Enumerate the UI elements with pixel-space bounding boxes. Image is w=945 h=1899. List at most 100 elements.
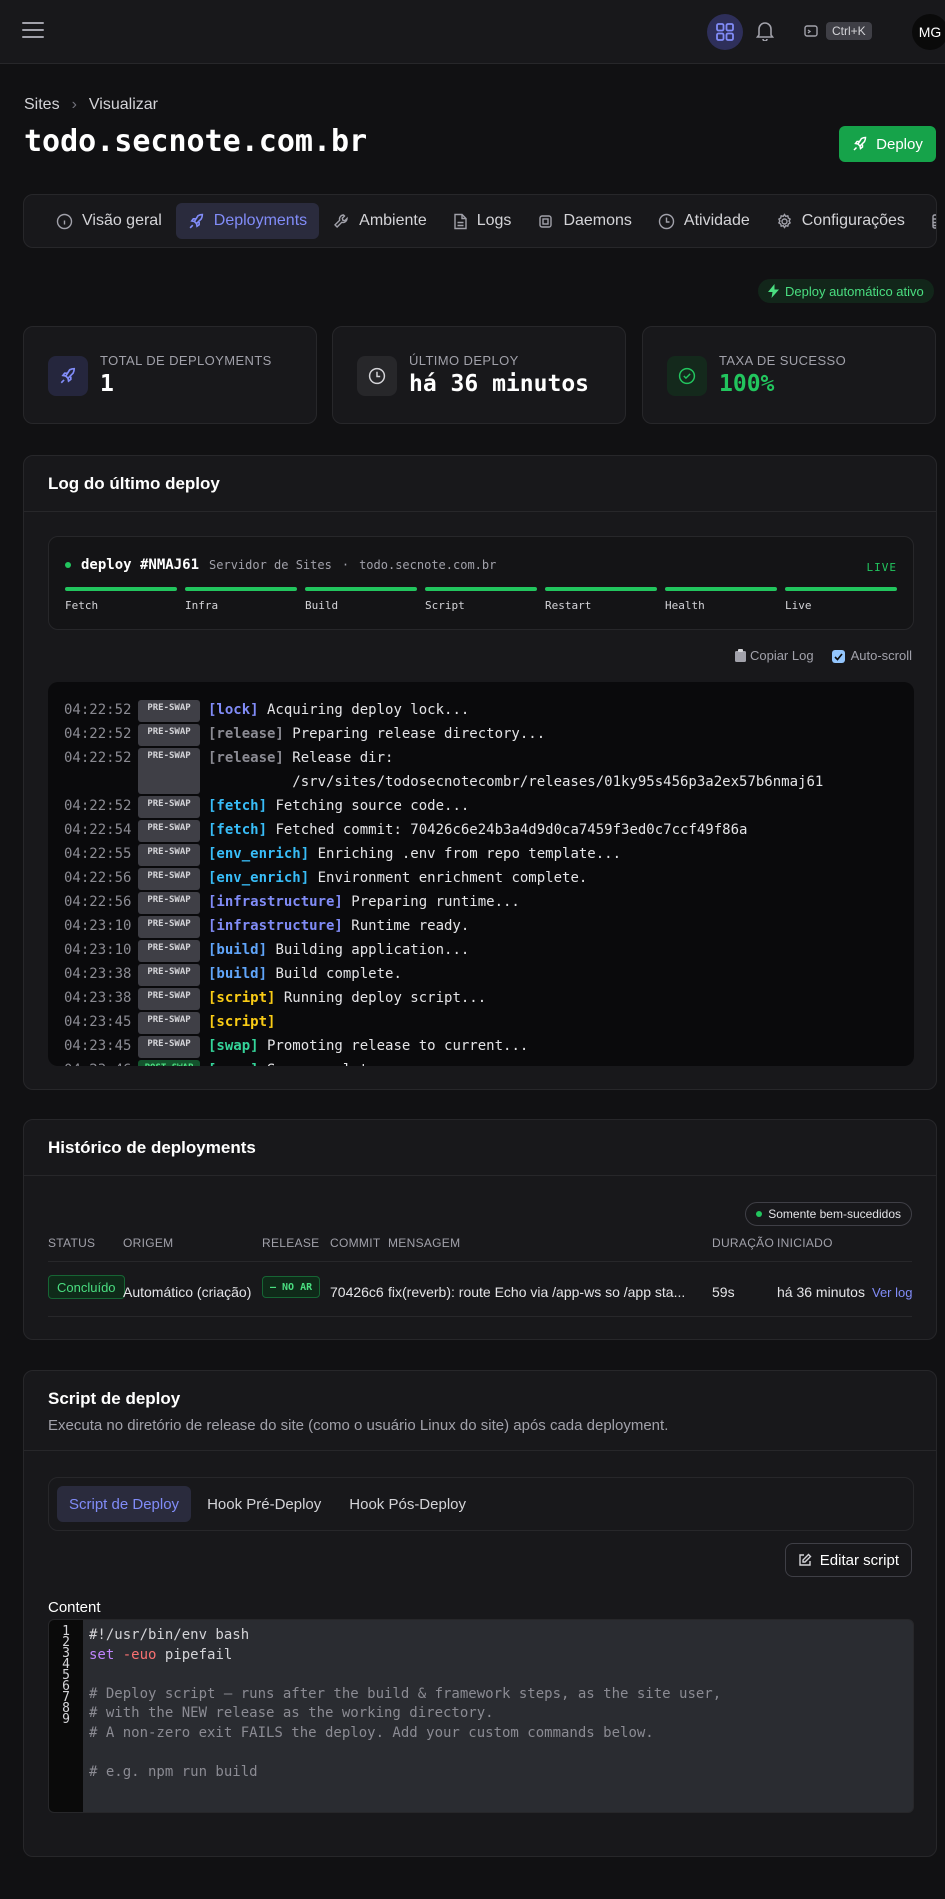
col-duration: DURAÇÃO [712,1236,775,1250]
log-timestamp: 04:22:54 [64,822,132,838]
deploy-id: deploy #NMAJ61 [81,557,200,573]
log-line: 04:22:52 PRE-SWAP [release] Release dir: /… [64,746,898,794]
autoscroll-checkbox[interactable]: Auto-scroll [831,648,912,664]
col-commit: COMMIT [330,1236,381,1250]
status-badge: Concluído [48,1275,125,1299]
tab-more[interactable] [919,203,936,239]
command-palette-button[interactable]: Ctrl+K [804,22,872,40]
stat-label: TOTAL DE DEPLOYMENTS [100,353,272,368]
success-filter-toggle[interactable]: Somente bem-sucedidos [745,1202,912,1226]
log-line: 04:22:56 PRE-SWAP [env_enrich] Environment… [64,866,898,890]
line-numbers: 123 456 789 [49,1620,83,1812]
log-line: 04:23:46POST-SWAP [swap] Swap complete. [64,1058,898,1066]
auto-deploy-badge: Deploy automático ativo [758,279,934,303]
log-message: [env_enrich] Environment enrichment comp… [208,870,588,886]
card-title: Histórico de deployments [24,1120,936,1176]
shortcut-kbd: Ctrl+K [826,22,872,40]
avatar[interactable]: MG [912,14,945,50]
log-line: 04:22:55 PRE-SWAP [env_enrich] Enriching .… [64,842,898,866]
log-message: [lock] Acquiring deploy lock... [208,702,470,718]
deploy-domain: todo.secnote.com.br [359,558,497,572]
log-phase-tag: PRE-SWAP [138,1012,200,1034]
top-bar: Ctrl+K MG [0,0,945,64]
log-line: 04:23:38 PRE-SWAP [script] Running deploy … [64,986,898,1010]
log-line: 04:22:52 PRE-SWAP [fetch] Fetching source … [64,794,898,818]
log-timestamp: 04:22:55 [64,846,132,862]
tab-post-deploy-hook[interactable]: Hook Pós-Deploy [337,1486,478,1522]
live-badge: LIVE [866,561,897,574]
log-phase-tag: PRE-SWAP [138,892,200,914]
stage-fetch: Fetch [65,587,177,612]
tab-overview[interactable]: Visão geral [44,203,174,239]
server-name: Servidor de Sites [209,558,332,572]
row-commit[interactable]: 70426c6 [330,1284,384,1300]
log-line: 04:23:38 PRE-SWAP [build] Build complete. [64,962,898,986]
stat-label: TAXA DE SUCESSO [719,353,847,368]
log-line: 04:23:10 PRE-SWAP [infrastructure] Runtime… [64,914,898,938]
tab-daemons[interactable]: Daemons [525,203,643,239]
log-timestamp: 04:22:52 [64,702,132,718]
tab-environment[interactable]: Ambiente [321,203,439,239]
stat-label: ÚLTIMO DEPLOY [409,353,519,368]
checkbox-checked-icon [831,650,845,664]
tab-deployments[interactable]: Deployments [175,203,320,239]
log-timestamp: 04:22:56 [64,894,132,910]
tab-deploy-script[interactable]: Script de Deploy [57,1486,192,1522]
bell-icon[interactable] [752,18,778,44]
log-message: [build] Building application... [208,942,470,958]
apps-grid-icon[interactable] [707,14,743,50]
tab-logs[interactable]: Logs [441,203,524,239]
clock-icon [357,356,397,396]
section-tabs: Visão geral Deployments Ambiente Logs Da… [23,194,937,248]
log-line: 04:23:10 PRE-SWAP [build] Building applica… [64,938,898,962]
copy-log-button[interactable]: Copiar Log [734,648,814,663]
code-content: #!/usr/bin/env bash set -euo pipefail # D… [89,1627,722,1780]
log-phase-tag: PRE-SWAP [138,940,200,962]
col-release: RELEASE [262,1236,320,1250]
log-message: [env_enrich] Enriching .env from repo te… [208,846,622,862]
status-dot [756,1211,763,1217]
log-line: 04:22:52 PRE-SWAP [release] Preparing rele… [64,722,898,746]
log-phase-tag: PRE-SWAP [138,916,200,938]
log-timestamp: 04:22:52 [64,726,132,742]
stat-success-rate: TAXA DE SUCESSO 100% [642,326,936,424]
col-started: INICIADO [777,1236,833,1250]
view-log-link[interactable]: Ver log [872,1285,912,1300]
deploy-pipeline: deploy #NMAJ61 Servidor de Sites · todo.… [48,536,914,630]
edit-script-button[interactable]: Editar script [784,1543,912,1577]
log-terminal[interactable]: 04:22:52 PRE-SWAP [lock] Acquiring deploy … [48,682,914,1066]
menu-icon[interactable] [22,22,44,40]
page-title: todo.secnote.com.br [24,124,368,159]
rocket-icon [189,213,203,228]
log-timestamp: 04:22:52 [64,750,132,766]
log-timestamp: 04:23:10 [64,918,132,934]
status-dot [65,562,71,568]
content-label: Content [48,1599,101,1616]
code-editor[interactable]: 123 456 789 #!/usr/bin/env bash set -euo … [48,1619,914,1813]
log-phase-tag: PRE-SWAP [138,844,200,866]
log-phase-tag: PRE-SWAP [138,748,200,794]
card-title: Script de deploy [24,1371,936,1451]
card-subtitle: Executa no diretório de release do site … [48,1417,669,1434]
log-message: [swap] Promoting release to current... [208,1038,529,1054]
stat-total-deployments: TOTAL DE DEPLOYMENTS 1 [23,326,317,424]
log-message: [infrastructure] Runtime ready. [208,918,470,934]
log-line: 04:22:54 PRE-SWAP [fetch] Fetched commit: … [64,818,898,842]
stage-script: Script [425,587,537,612]
script-tabs: Script de Deploy Hook Pré-Deploy Hook Pó… [48,1477,914,1531]
log-phase-tag: PRE-SWAP [138,1036,200,1058]
log-phase-tag: PRE-SWAP [138,988,200,1010]
search-box-icon [804,25,818,37]
edit-icon [799,1553,812,1566]
deploy-button[interactable]: Deploy [839,126,936,162]
stat-value: há 36 minutos [409,371,590,397]
log-message: [script] [208,1014,276,1030]
log-timestamp: 04:23:38 [64,966,132,982]
tab-pre-deploy-hook[interactable]: Hook Pré-Deploy [195,1486,333,1522]
tab-activity[interactable]: Atividade [646,203,762,239]
check-circle-icon [667,356,707,396]
bolt-icon [768,284,779,298]
tab-settings[interactable]: Configurações [764,203,917,239]
row-origin: Automático (criação) [123,1284,252,1300]
breadcrumb-sites[interactable]: Sites [24,96,60,114]
